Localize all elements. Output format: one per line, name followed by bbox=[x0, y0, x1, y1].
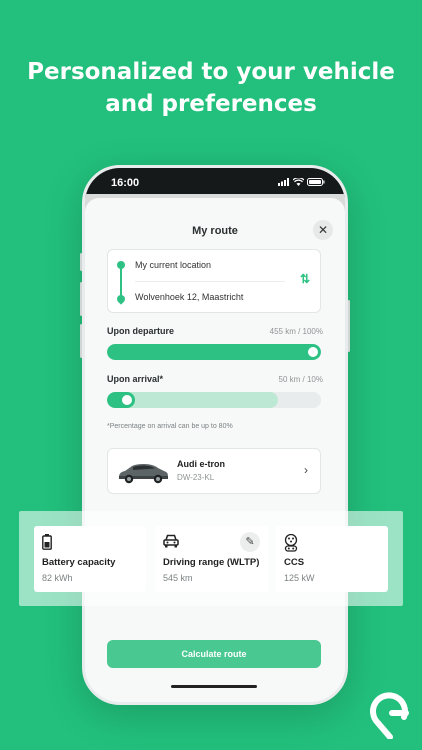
route-sheet: My route ✕ My current location Wolvenhoe… bbox=[85, 198, 345, 702]
close-icon[interactable]: ✕ bbox=[313, 220, 333, 240]
car-icon bbox=[163, 534, 179, 548]
destination-pin-icon bbox=[115, 293, 127, 305]
origin-dot-icon bbox=[117, 261, 125, 269]
headline-line-2: and preferences bbox=[105, 91, 317, 117]
app-logo-icon bbox=[370, 692, 409, 739]
route-box: My current location Wolvenhoek 12, Maast… bbox=[107, 249, 321, 313]
notch bbox=[149, 168, 281, 190]
arrival-label: Upon arrival* bbox=[107, 374, 164, 384]
departure-slider-knob[interactable] bbox=[308, 347, 318, 357]
vehicle-name: Audi e-tron bbox=[177, 459, 225, 469]
status-icons bbox=[278, 178, 325, 186]
ccs-plug-icon bbox=[284, 534, 298, 552]
origin-field[interactable]: My current location bbox=[135, 260, 211, 270]
signal-icon bbox=[278, 178, 289, 186]
arrival-value: 50 km / 10% bbox=[278, 375, 323, 384]
chevron-right-icon: › bbox=[304, 463, 308, 477]
battery-status-icon bbox=[307, 178, 325, 186]
arrival-note: *Percentage on arrival can be up to 80% bbox=[107, 423, 233, 430]
vehicle-plate: DW-23-KL bbox=[177, 473, 215, 482]
spec-value: 82 kWh bbox=[42, 573, 73, 583]
battery-icon bbox=[42, 534, 52, 550]
headline-line-1: Personalized to your vehicle bbox=[27, 59, 395, 85]
spec-value: 545 km bbox=[163, 573, 193, 583]
edit-pencil-icon[interactable]: ✎ bbox=[240, 532, 260, 552]
wifi-icon bbox=[293, 178, 304, 186]
departure-value: 455 km / 100% bbox=[269, 327, 323, 336]
spec-title: Battery capacity bbox=[42, 557, 116, 568]
spec-title: Driving range (WLTP) bbox=[163, 557, 260, 568]
route-divider bbox=[135, 281, 285, 282]
spec-card-battery: Battery capacity 82 kWh bbox=[34, 526, 146, 592]
phone-frame: 16:00 My route ✕ My current location Wol… bbox=[82, 165, 348, 705]
arrival-slider-knob[interactable] bbox=[122, 395, 132, 405]
vehicle-card[interactable]: Audi e-tron DW-23-KL › bbox=[107, 448, 321, 494]
calculate-route-button[interactable]: Calculate route bbox=[107, 640, 321, 668]
headline: Personalized to your vehicle and prefere… bbox=[0, 56, 422, 120]
spec-title: CCS bbox=[284, 557, 305, 568]
departure-slider[interactable] bbox=[107, 344, 321, 360]
swap-icon[interactable]: ⇅ bbox=[300, 272, 310, 286]
departure-label: Upon departure bbox=[107, 326, 175, 336]
spec-value: 125 kW bbox=[284, 573, 315, 583]
sheet-title: My route bbox=[192, 225, 238, 237]
departure-slider-fill bbox=[107, 344, 321, 360]
destination-field[interactable]: Wolvenhoek 12, Maastricht bbox=[135, 292, 243, 302]
spec-card-ccs: CCS 125 kW bbox=[276, 526, 388, 592]
spec-card-range: ✎ Driving range (WLTP) 545 km bbox=[155, 526, 268, 592]
arrival-slider[interactable] bbox=[107, 392, 321, 408]
home-indicator bbox=[171, 685, 257, 688]
car-image bbox=[119, 464, 168, 484]
status-time: 16:00 bbox=[111, 177, 140, 189]
